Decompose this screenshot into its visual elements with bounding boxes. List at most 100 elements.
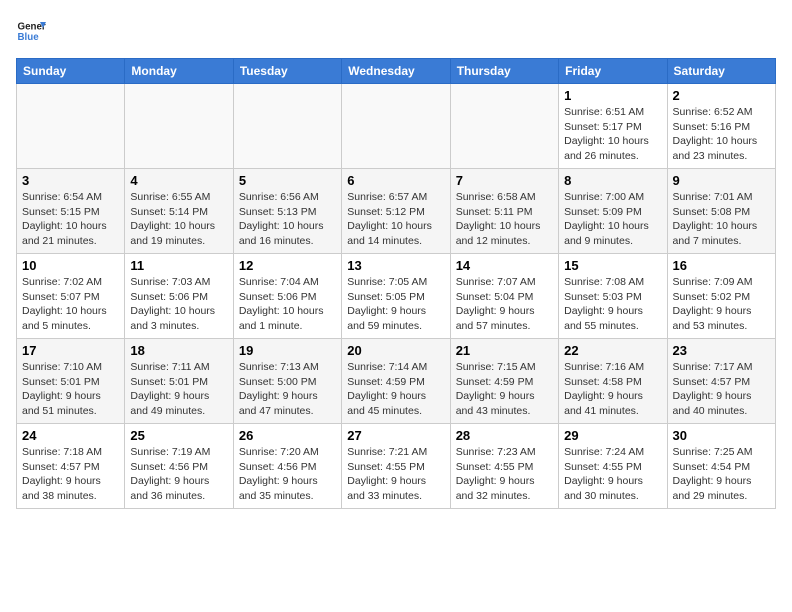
day-number: 15 [564, 258, 661, 273]
day-info: Sunrise: 6:54 AM Sunset: 5:15 PM Dayligh… [22, 190, 119, 249]
week-row-2: 3 Sunrise: 6:54 AM Sunset: 5:15 PM Daylig… [17, 169, 776, 254]
day-info: Sunrise: 7:18 AM Sunset: 4:57 PM Dayligh… [22, 445, 119, 504]
day-number: 22 [564, 343, 661, 358]
day-info: Sunrise: 6:56 AM Sunset: 5:13 PM Dayligh… [239, 190, 336, 249]
day-info: Sunrise: 6:57 AM Sunset: 5:12 PM Dayligh… [347, 190, 444, 249]
day-info: Sunrise: 7:15 AM Sunset: 4:59 PM Dayligh… [456, 360, 553, 419]
day-number: 8 [564, 173, 661, 188]
day-cell [17, 84, 125, 169]
day-info: Sunrise: 6:52 AM Sunset: 5:16 PM Dayligh… [673, 105, 770, 164]
day-cell: 20Sunrise: 7:14 AM Sunset: 4:59 PM Dayli… [342, 339, 450, 424]
week-row-5: 24 Sunrise: 7:18 AM Sunset: 4:57 PM Dayli… [17, 424, 776, 509]
day-cell: 24 Sunrise: 7:18 AM Sunset: 4:57 PM Dayli… [17, 424, 125, 509]
day-cell [450, 84, 558, 169]
day-number: 25 [130, 428, 227, 443]
day-cell: 1 Sunrise: 6:51 AM Sunset: 5:17 PM Daylig… [559, 84, 667, 169]
day-cell: 26 Sunrise: 7:20 AM Sunset: 4:56 PM Dayli… [233, 424, 341, 509]
day-cell: 6 Sunrise: 6:57 AM Sunset: 5:12 PM Daylig… [342, 169, 450, 254]
logo: General Blue [16, 16, 46, 46]
day-cell: 21 Sunrise: 7:15 AM Sunset: 4:59 PM Dayli… [450, 339, 558, 424]
day-cell: 9Sunrise: 7:01 AM Sunset: 5:08 PM Daylig… [667, 169, 775, 254]
weekday-header-tuesday: Tuesday [233, 59, 341, 84]
day-cell [342, 84, 450, 169]
calendar: SundayMondayTuesdayWednesdayThursdayFrid… [16, 58, 776, 509]
day-info: Sunrise: 7:20 AM Sunset: 4:56 PM Dayligh… [239, 445, 336, 504]
day-cell: 7 Sunrise: 6:58 AM Sunset: 5:11 PM Daylig… [450, 169, 558, 254]
day-number: 23 [673, 343, 770, 358]
day-number: 2 [673, 88, 770, 103]
day-info: Sunrise: 7:11 AM Sunset: 5:01 PM Dayligh… [130, 360, 227, 419]
day-cell: 11Sunrise: 7:03 AM Sunset: 5:06 PM Dayli… [125, 254, 233, 339]
day-cell: 18 Sunrise: 7:11 AM Sunset: 5:01 PM Dayli… [125, 339, 233, 424]
day-cell: 2 Sunrise: 6:52 AM Sunset: 5:16 PM Daylig… [667, 84, 775, 169]
day-cell: 8 Sunrise: 7:00 AM Sunset: 5:09 PM Daylig… [559, 169, 667, 254]
weekday-header-sunday: Sunday [17, 59, 125, 84]
day-number: 18 [130, 343, 227, 358]
day-cell [125, 84, 233, 169]
day-info: Sunrise: 7:03 AM Sunset: 5:06 PM Dayligh… [130, 275, 227, 334]
day-number: 5 [239, 173, 336, 188]
day-number: 3 [22, 173, 119, 188]
day-cell: 4 Sunrise: 6:55 AM Sunset: 5:14 PM Daylig… [125, 169, 233, 254]
day-info: Sunrise: 7:10 AM Sunset: 5:01 PM Dayligh… [22, 360, 119, 419]
day-number: 20 [347, 343, 444, 358]
day-number: 24 [22, 428, 119, 443]
day-cell: 30 Sunrise: 7:25 AM Sunset: 4:54 PM Dayli… [667, 424, 775, 509]
svg-text:Blue: Blue [18, 32, 40, 43]
day-number: 19 [239, 343, 336, 358]
day-number: 30 [673, 428, 770, 443]
day-cell: 13 Sunrise: 7:05 AM Sunset: 5:05 PM Dayli… [342, 254, 450, 339]
day-cell: 29 Sunrise: 7:24 AM Sunset: 4:55 PM Dayli… [559, 424, 667, 509]
weekday-header-thursday: Thursday [450, 59, 558, 84]
week-row-4: 17 Sunrise: 7:10 AM Sunset: 5:01 PM Dayli… [17, 339, 776, 424]
day-info: Sunrise: 7:16 AM Sunset: 4:58 PM Dayligh… [564, 360, 661, 419]
weekday-header-monday: Monday [125, 59, 233, 84]
day-cell: 12 Sunrise: 7:04 AM Sunset: 5:06 PM Dayli… [233, 254, 341, 339]
day-cell: 25 Sunrise: 7:19 AM Sunset: 4:56 PM Dayli… [125, 424, 233, 509]
weekday-header-saturday: Saturday [667, 59, 775, 84]
logo-icon: General Blue [16, 16, 46, 46]
day-cell [233, 84, 341, 169]
day-number: 7 [456, 173, 553, 188]
day-cell: 16Sunrise: 7:09 AM Sunset: 5:02 PM Dayli… [667, 254, 775, 339]
day-cell: 3 Sunrise: 6:54 AM Sunset: 5:15 PM Daylig… [17, 169, 125, 254]
day-cell: 28Sunrise: 7:23 AM Sunset: 4:55 PM Dayli… [450, 424, 558, 509]
day-info: Sunrise: 7:13 AM Sunset: 5:00 PM Dayligh… [239, 360, 336, 419]
day-info: Sunrise: 6:55 AM Sunset: 5:14 PM Dayligh… [130, 190, 227, 249]
day-cell: 10Sunrise: 7:02 AM Sunset: 5:07 PM Dayli… [17, 254, 125, 339]
day-number: 21 [456, 343, 553, 358]
day-info: Sunrise: 7:04 AM Sunset: 5:06 PM Dayligh… [239, 275, 336, 334]
week-row-3: 10Sunrise: 7:02 AM Sunset: 5:07 PM Dayli… [17, 254, 776, 339]
day-info: Sunrise: 7:17 AM Sunset: 4:57 PM Dayligh… [673, 360, 770, 419]
day-number: 1 [564, 88, 661, 103]
day-number: 14 [456, 258, 553, 273]
day-info: Sunrise: 7:24 AM Sunset: 4:55 PM Dayligh… [564, 445, 661, 504]
day-info: Sunrise: 6:58 AM Sunset: 5:11 PM Dayligh… [456, 190, 553, 249]
day-number: 27 [347, 428, 444, 443]
day-info: Sunrise: 7:05 AM Sunset: 5:05 PM Dayligh… [347, 275, 444, 334]
day-number: 16 [673, 258, 770, 273]
day-cell: 27 Sunrise: 7:21 AM Sunset: 4:55 PM Dayli… [342, 424, 450, 509]
day-info: Sunrise: 7:08 AM Sunset: 5:03 PM Dayligh… [564, 275, 661, 334]
day-number: 6 [347, 173, 444, 188]
day-info: Sunrise: 7:00 AM Sunset: 5:09 PM Dayligh… [564, 190, 661, 249]
day-info: Sunrise: 6:51 AM Sunset: 5:17 PM Dayligh… [564, 105, 661, 164]
day-info: Sunrise: 7:21 AM Sunset: 4:55 PM Dayligh… [347, 445, 444, 504]
day-cell: 15 Sunrise: 7:08 AM Sunset: 5:03 PM Dayli… [559, 254, 667, 339]
day-number: 13 [347, 258, 444, 273]
day-info: Sunrise: 7:23 AM Sunset: 4:55 PM Dayligh… [456, 445, 553, 504]
day-number: 29 [564, 428, 661, 443]
day-number: 26 [239, 428, 336, 443]
day-info: Sunrise: 7:01 AM Sunset: 5:08 PM Dayligh… [673, 190, 770, 249]
day-cell: 17 Sunrise: 7:10 AM Sunset: 5:01 PM Dayli… [17, 339, 125, 424]
day-number: 4 [130, 173, 227, 188]
day-info: Sunrise: 7:19 AM Sunset: 4:56 PM Dayligh… [130, 445, 227, 504]
day-info: Sunrise: 7:25 AM Sunset: 4:54 PM Dayligh… [673, 445, 770, 504]
week-row-1: 1 Sunrise: 6:51 AM Sunset: 5:17 PM Daylig… [17, 84, 776, 169]
day-number: 12 [239, 258, 336, 273]
day-number: 17 [22, 343, 119, 358]
day-info: Sunrise: 7:07 AM Sunset: 5:04 PM Dayligh… [456, 275, 553, 334]
weekday-header-row: SundayMondayTuesdayWednesdayThursdayFrid… [17, 59, 776, 84]
weekday-header-friday: Friday [559, 59, 667, 84]
day-cell: 23 Sunrise: 7:17 AM Sunset: 4:57 PM Dayli… [667, 339, 775, 424]
